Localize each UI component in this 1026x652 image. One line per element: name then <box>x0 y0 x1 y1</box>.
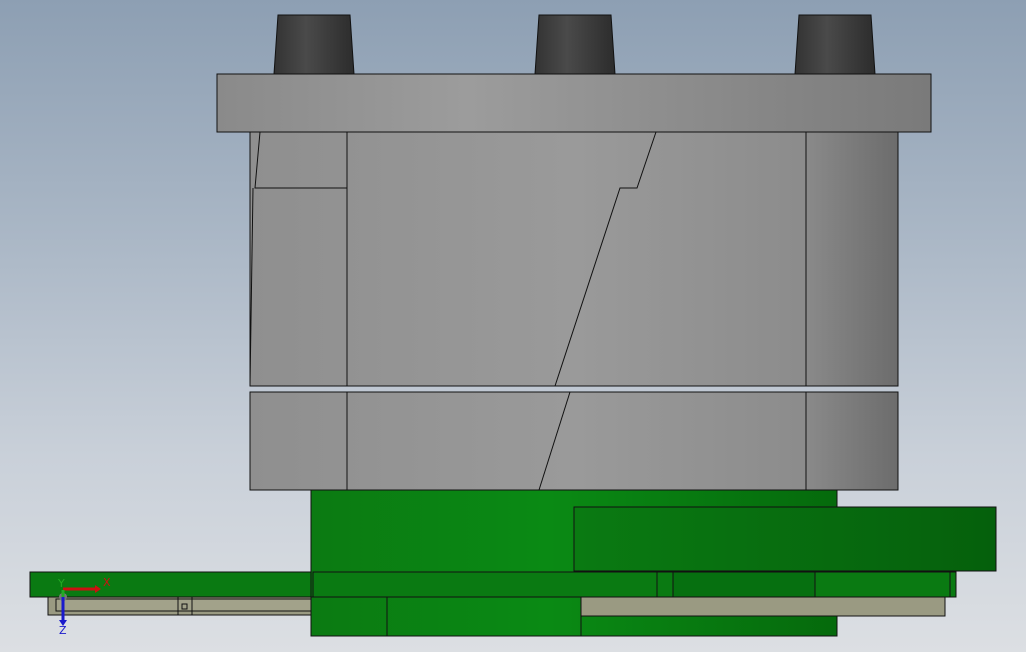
middle-strip-slot <box>672 571 816 598</box>
bolt-center[interactable] <box>534 14 616 75</box>
y-axis-label: Y <box>57 577 65 590</box>
bolt-right[interactable] <box>794 14 876 75</box>
left-green-bar[interactable] <box>29 571 315 598</box>
right-green-plate[interactable] <box>573 506 997 572</box>
right-tan-rail[interactable] <box>580 596 946 617</box>
model-canvas[interactable]: X Y Z <box>0 0 1026 652</box>
upper-body-right-face <box>805 131 899 387</box>
middle-green-strip[interactable] <box>312 571 957 598</box>
z-axis-label: Z <box>59 624 67 637</box>
3d-viewport[interactable]: X Y Z <box>0 0 1026 652</box>
top-plate[interactable] <box>216 73 932 133</box>
bolt-left[interactable] <box>273 14 355 75</box>
x-axis-label: X <box>103 576 111 589</box>
lower-body-right-face <box>805 391 899 491</box>
